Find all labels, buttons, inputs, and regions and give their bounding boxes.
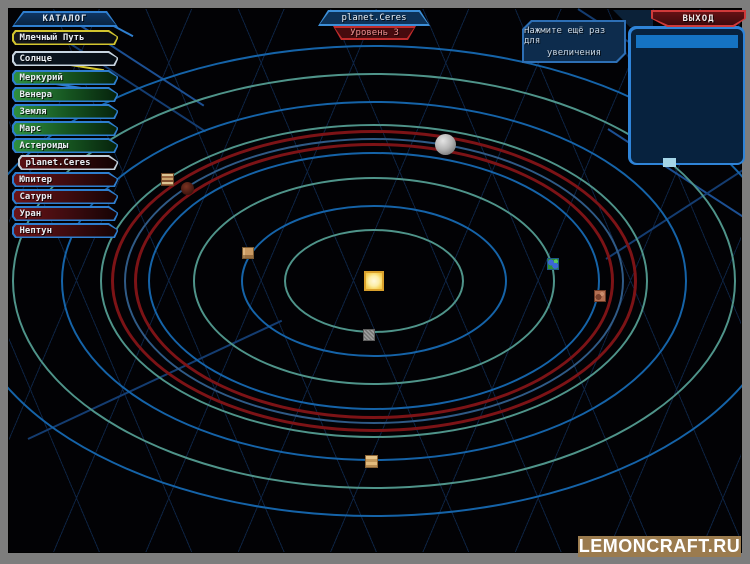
sidebar-item-label: Марс [14,124,42,134]
sidebar-item-earth[interactable]: Земля [12,104,118,119]
watermark-banner: LEMONCRAFT.RU [578,536,741,557]
sidebar-item-label: Астероиды [14,141,69,151]
sidebar-item-label: Нептун [14,226,53,236]
zoom-preview-header-bar [636,35,738,48]
zoom-preview-panel [628,26,745,165]
body-venus[interactable] [242,247,254,259]
exit-button[interactable]: ВЫХОД [651,10,746,27]
body-jupiter[interactable] [161,173,174,186]
sidebar-item-asteroids[interactable]: Астероиды [12,138,118,153]
sidebar-item-label: Венера [14,90,53,100]
zoom-hint-tooltip: Нажмите ещё раз для увеличения [522,20,626,63]
sidebar-item-label: Юпитер [14,175,53,185]
sidebar-item-label: planet.Ceres [20,158,91,168]
sidebar-item-mars[interactable]: Марс [12,121,118,136]
sidebar-item-sun[interactable]: Солнце [12,51,118,66]
body-mars[interactable] [594,290,606,302]
selected-body-label: planet.Ceres [341,13,406,23]
catalog-header-button[interactable]: КАТАЛОГ [12,11,118,27]
sidebar-item-planet-ceres[interactable]: planet.Ceres [18,155,118,170]
sidebar-item-jupiter[interactable]: Юпитер [12,172,118,187]
sidebar-item-label: Сатурн [14,192,53,202]
zoom-preview-viewport [631,29,743,163]
body-mercury[interactable] [363,329,375,341]
body-sun[interactable] [364,271,384,291]
sidebar-item-saturn[interactable]: Сатурн [12,189,118,204]
body-planet-ceres[interactable] [435,134,456,155]
sidebar-item-uranus[interactable]: Уран [12,206,118,221]
catalog-sidebar: КАТАЛОГ Млечный Путь Солнце Меркурий Венера… [12,11,118,240]
sidebar-item-label: Солнце [14,54,53,64]
sidebar-item-label: Млечный Путь [14,33,85,43]
level-badge: Уровень 3 [333,26,416,40]
sidebar-item-label: Меркурий [14,73,63,83]
zoom-hint-line2: увеличения [547,48,601,58]
sidebar-item-mercury[interactable]: Меркурий [12,70,118,85]
zoom-preview-handle[interactable] [663,158,676,167]
exit-button-label: ВЫХОД [682,14,714,24]
catalog-header-label: КАТАЛОГ [43,14,88,24]
sidebar-item-label: Земля [14,107,47,117]
body-saturn[interactable] [365,455,378,468]
sidebar-item-neptune[interactable]: Нептун [12,223,118,238]
sidebar-item-milky-way[interactable]: Млечный Путь [12,30,118,45]
level-label: Уровень 3 [350,28,399,38]
sidebar-item-label: Уран [14,209,42,219]
sidebar-items: Млечный Путь Солнце Меркурий Венера Земля Мар… [12,30,118,238]
body-asteroid[interactable] [181,182,194,195]
watermark-text: LEMONCRAFT.RU [579,536,741,557]
sidebar-item-venus[interactable]: Венера [12,87,118,102]
body-earth[interactable] [547,258,559,270]
selected-body-title: planet.Ceres [318,10,430,26]
celestial-map-screen: КАТАЛОГ Млечный Путь Солнце Меркурий Венера… [0,0,750,564]
zoom-hint-line1: Нажмите ещё раз для [524,26,624,46]
